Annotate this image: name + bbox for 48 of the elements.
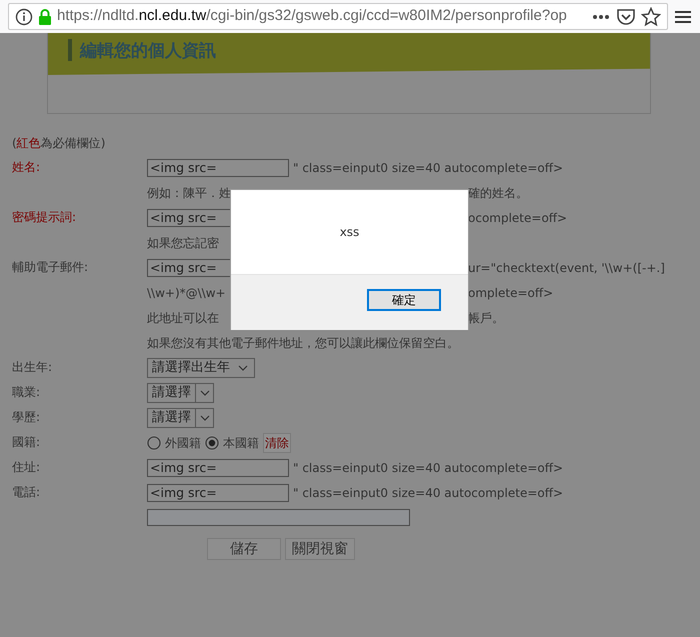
- close-window-button[interactable]: 關閉視窗: [285, 538, 355, 560]
- dropdown[interactable]: 請選擇: [147, 382, 214, 402]
- radio-icon: [147, 436, 161, 450]
- radio-option[interactable]: 本國籍: [205, 434, 259, 452]
- text-field[interactable]: <img src=: [147, 158, 289, 176]
- info-icon[interactable]: [15, 8, 33, 26]
- field-text: ur="checktext(event, '\\w+([-+.]: [468, 260, 665, 276]
- field-text: 例如：陳平．姓: [147, 184, 231, 202]
- address-bar[interactable]: https://ndltd.ncl.edu.tw/cgi-bin/gs32/gsweb.cgi/ccd=w80IM2/personprofile?op: [8, 3, 668, 30]
- field-label: 輔助電子郵件:: [12, 260, 88, 274]
- field-label: 電話:: [12, 485, 40, 499]
- field-text: \\w+)*@\\w+: [147, 284, 226, 302]
- radio-option[interactable]: 外國籍: [147, 434, 201, 452]
- field-text: " class=einput0 size=40 autocomplete=off>: [293, 484, 564, 502]
- pocket-icon[interactable]: [616, 8, 636, 26]
- field-label: 學歷:: [12, 410, 40, 424]
- field-label: 國籍:: [12, 435, 40, 449]
- dialog-message: xss: [340, 224, 360, 241]
- text-field[interactable]: <img src=: [147, 458, 289, 476]
- page-title: 編輯您的個人資訊: [80, 40, 216, 63]
- dropdown[interactable]: 請選擇: [147, 408, 214, 428]
- star-icon[interactable]: [641, 6, 661, 26]
- field-label: 職業:: [12, 385, 40, 399]
- save-button[interactable]: 儲存: [207, 538, 281, 560]
- field-text: " class=einput0 size=40 autocomplete=off>: [293, 160, 564, 176]
- field-label: 密碼提示詞:: [12, 210, 76, 224]
- menu-icon[interactable]: [674, 8, 692, 24]
- field-text: ocomplete=off>: [468, 210, 568, 226]
- field-text: " class=einput0 size=40 autocomplete=off>: [293, 460, 564, 476]
- field-label: 出生年:: [12, 360, 52, 374]
- field-text: 確的姓名。: [468, 184, 528, 202]
- dropdown[interactable]: 請選擇出生年: [147, 358, 255, 378]
- field-text: 此地址可以在: [147, 310, 219, 326]
- title-bar-icon: [68, 39, 72, 61]
- field-text: 如果您忘記密: [147, 234, 219, 252]
- ok-button[interactable]: 確定: [367, 289, 441, 311]
- field-label: 姓名:: [12, 160, 40, 174]
- lock-icon[interactable]: [38, 8, 52, 26]
- clear-link[interactable]: 清除: [263, 432, 291, 452]
- field-text: 如果您沒有其他電子郵件地址，您可以讓此欄位保留空白。: [147, 334, 459, 352]
- chevron-down-icon: [200, 414, 210, 420]
- chevron-down-icon: [200, 390, 210, 396]
- radio-icon: [205, 436, 219, 450]
- field-label: 住址:: [12, 460, 40, 474]
- text-field[interactable]: [147, 509, 410, 526]
- text-field[interactable]: <img src=: [147, 484, 289, 502]
- required-note: (紅色為必備欄位): [12, 134, 106, 152]
- field-text: omplete=off>: [468, 284, 554, 302]
